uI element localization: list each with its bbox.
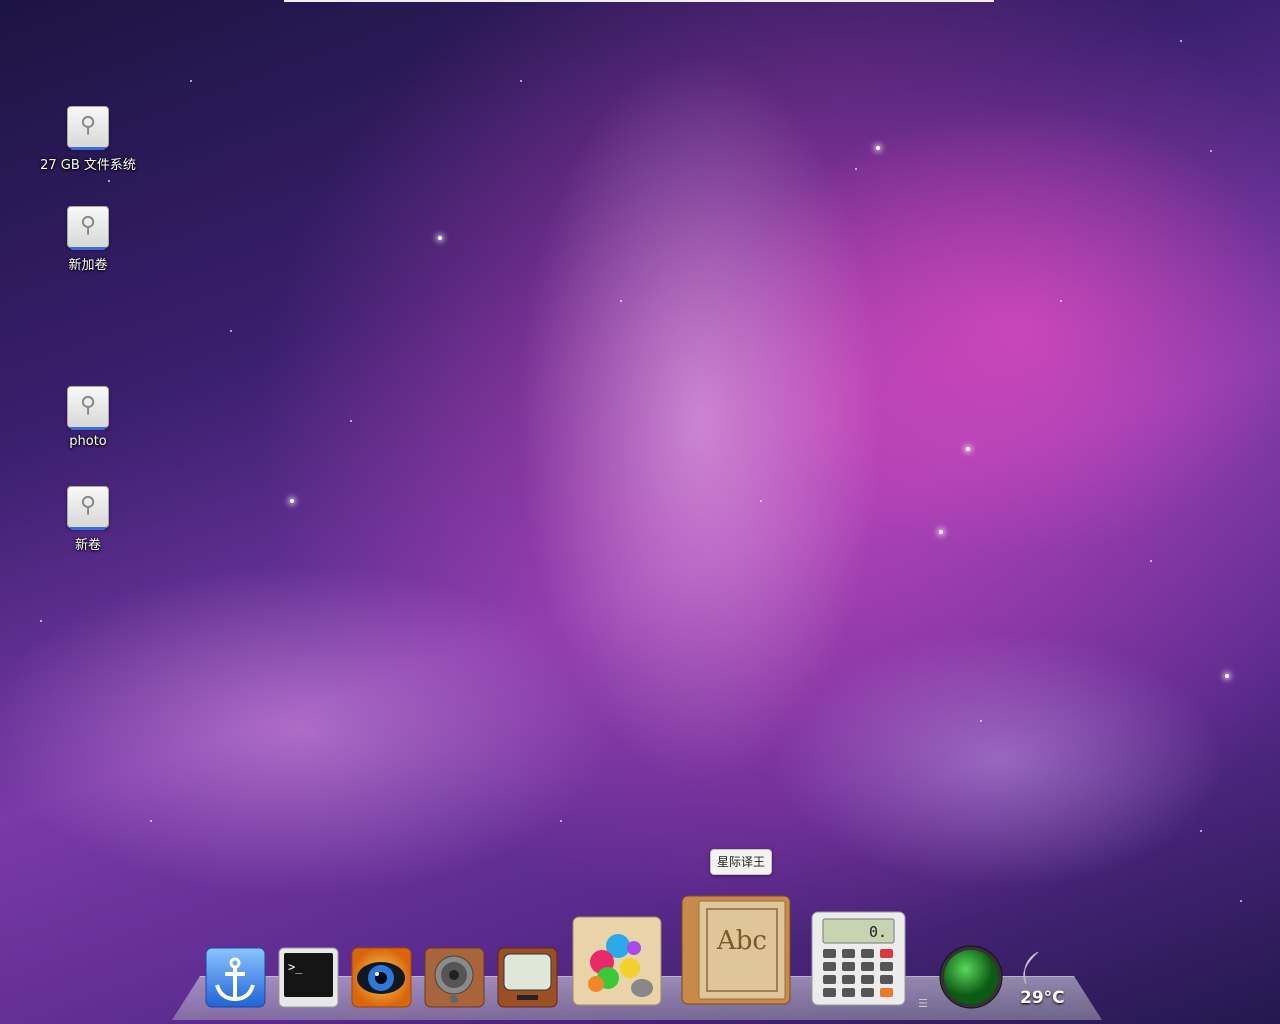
weather-widget[interactable] [1012, 950, 1052, 986]
dock-tooltip: 星际译王 [710, 849, 773, 875]
weather-temperature: 29°C [1020, 988, 1065, 1008]
usb-drive-icon: ⚲ [67, 386, 109, 430]
desktop-icon-label: photo [69, 434, 107, 449]
desktop-icon-label: 27 GB 文件系统 [40, 158, 136, 173]
dock-item-terminal[interactable]: >_ [278, 947, 339, 1008]
dock-item-anchor[interactable] [205, 947, 266, 1008]
desktop-icon-photo[interactable]: ⚲ photo [28, 386, 148, 449]
dock-item-paint[interactable] [572, 916, 662, 1006]
desktop-icon-label: 新卷 [74, 538, 101, 553]
anchor-icon [205, 947, 266, 1008]
terminal-icon: >_ [278, 947, 339, 1008]
usb-drive-icon: ⚲ [67, 106, 109, 150]
green-orb-icon [939, 945, 1003, 1009]
dock-separator: ☰ [918, 997, 928, 1010]
dock-item-tv[interactable] [497, 947, 558, 1008]
dock-item-dictionary[interactable]: Abc [681, 895, 791, 1005]
calculator-icon: 0. [811, 911, 906, 1006]
desktop-icon-xinjiajuan[interactable]: ⚲ 新加卷 [28, 206, 148, 273]
desktop-icon-27gb-filesystem[interactable]: ⚲ 27 GB 文件系统 [28, 106, 148, 173]
calculator-display: 0. [869, 923, 887, 941]
dictionary-book-icon: Abc [681, 895, 791, 1005]
desktop: ⚲ 27 GB 文件系统 ⚲ 新加卷 ⚲ photo ⚲ 新卷 星际译王 >_ [0, 0, 1280, 1024]
moon-icon [1023, 951, 1039, 985]
dock-item-eye[interactable] [351, 947, 412, 1008]
usb-drive-icon: ⚲ [67, 206, 109, 250]
dock-item-speaker[interactable] [424, 947, 485, 1008]
top-panel-edge [284, 0, 994, 2]
dock-item-green-orb[interactable] [939, 945, 1003, 1009]
dock-item-calculator[interactable]: 0. [811, 911, 906, 1006]
desktop-icon-label: 新加卷 [68, 258, 108, 273]
desktop-icon-xinjuan[interactable]: ⚲ 新卷 [28, 486, 148, 553]
eye-icon [351, 947, 412, 1008]
tv-icon [497, 947, 558, 1008]
paint-palette-icon [572, 916, 662, 1006]
dictionary-book-text: Abc [716, 926, 767, 956]
usb-drive-icon: ⚲ [67, 486, 109, 530]
svg-text:>_: >_ [288, 960, 303, 974]
speaker-icon [424, 947, 485, 1008]
